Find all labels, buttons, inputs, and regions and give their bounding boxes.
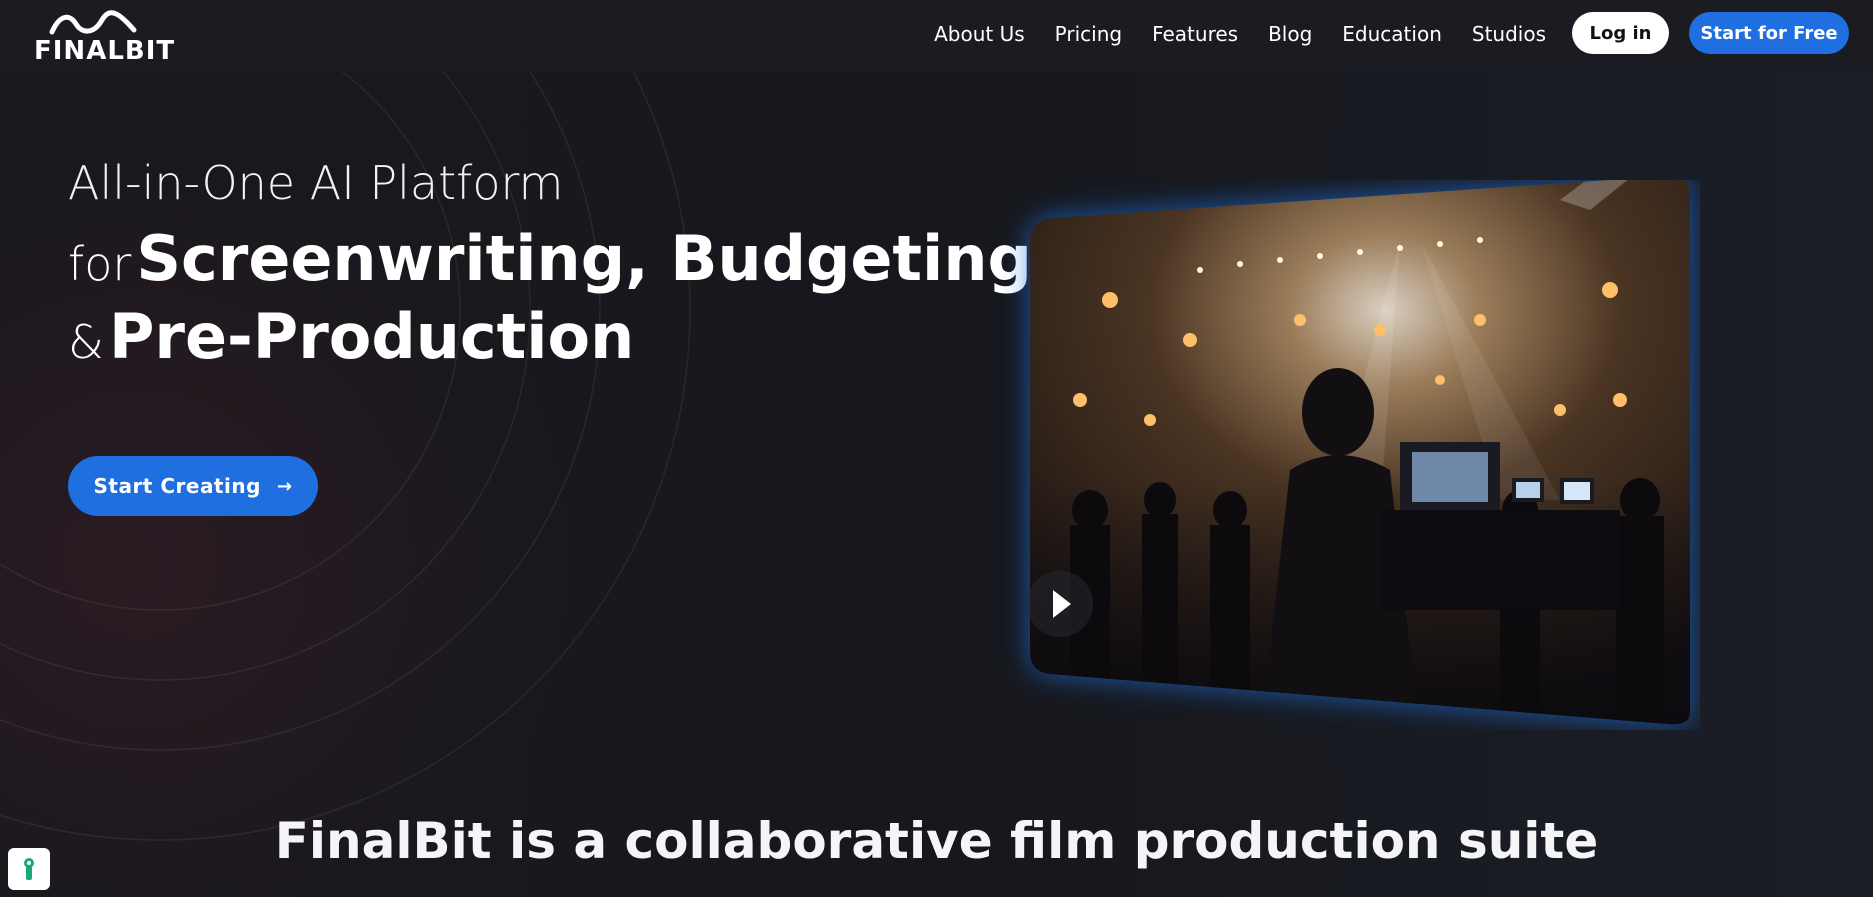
- video-thumbnail: [1030, 180, 1690, 725]
- nav-about-us[interactable]: About Us: [934, 22, 1025, 46]
- login-button[interactable]: Log in: [1572, 12, 1669, 54]
- nav-education[interactable]: Education: [1342, 22, 1442, 46]
- logo-text: FINALBIT: [34, 36, 176, 66]
- hero-title-line1: All-in-One AI Platform: [68, 156, 564, 210]
- hero-line3-lead: &: [68, 315, 104, 369]
- nav-pricing[interactable]: Pricing: [1055, 22, 1122, 46]
- play-icon: [1053, 590, 1071, 618]
- hero-video-card[interactable]: [1000, 180, 1700, 730]
- nav-studios[interactable]: Studios: [1472, 22, 1546, 46]
- arrow-right-icon: →: [276, 475, 293, 497]
- play-button[interactable]: [1027, 571, 1093, 637]
- top-navbar: FINALBIT About Us Pricing Features Blog …: [0, 0, 1873, 72]
- landing-page: FINALBIT About Us Pricing Features Blog …: [0, 0, 1873, 897]
- section-headline: FinalBit is a collaborative film product…: [274, 812, 1599, 870]
- hero-line3-strong: Pre-Production: [108, 300, 635, 373]
- nav-blog[interactable]: Blog: [1268, 22, 1312, 46]
- start-creating-button[interactable]: Start Creating →: [68, 456, 318, 516]
- hero-title-line2: for Screenwriting, Budgeting: [68, 222, 1032, 295]
- logo-wave-icon: [49, 10, 137, 35]
- hero-line2-strong: Screenwriting, Budgeting: [136, 222, 1032, 295]
- hero-line2-lead: for: [68, 237, 132, 291]
- finalbit-logo[interactable]: FINALBIT: [34, 8, 174, 66]
- main-nav: About Us Pricing Features Blog Education…: [934, 0, 1546, 68]
- nav-features[interactable]: Features: [1152, 22, 1238, 46]
- keyhole-icon: [24, 858, 34, 880]
- start-for-free-button[interactable]: Start for Free: [1689, 12, 1849, 54]
- privacy-badge[interactable]: [8, 848, 50, 890]
- start-creating-label: Start Creating: [93, 474, 261, 498]
- hero-title-line3: & Pre-Production: [68, 300, 634, 373]
